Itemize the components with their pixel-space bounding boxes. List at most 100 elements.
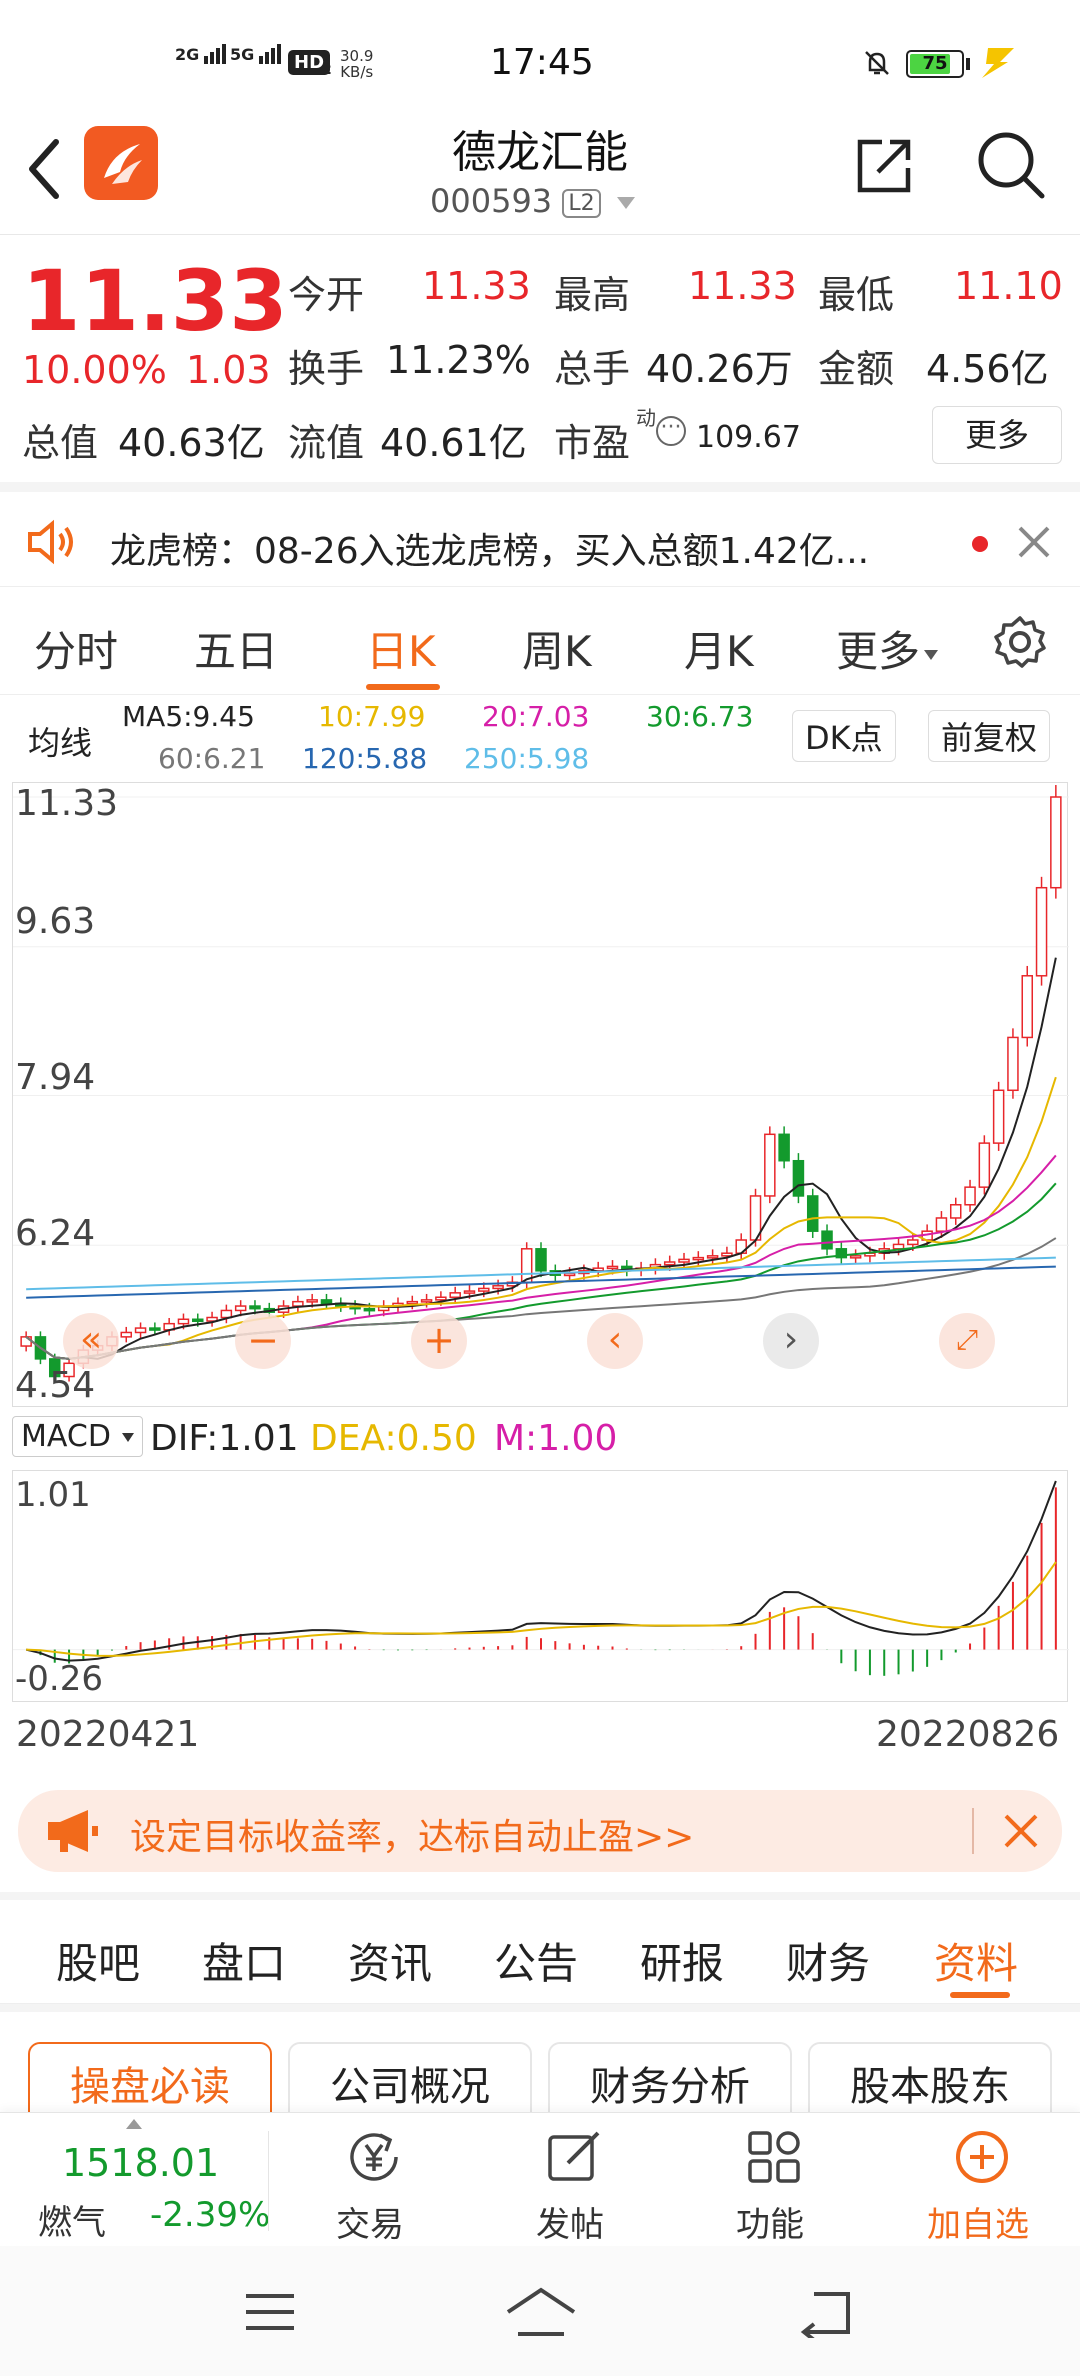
edit-icon: [548, 2131, 600, 2181]
y-tick-label: 9.63: [15, 901, 96, 942]
tab-profile[interactable]: 资料: [934, 1930, 1018, 1991]
candle-body: [134, 1327, 147, 1334]
clock: 17:45: [490, 42, 594, 83]
candle-body: [907, 1239, 919, 1246]
volume-label: 总手: [554, 347, 631, 391]
candle-body: [992, 1089, 1005, 1144]
tab-research[interactable]: 研报: [640, 1930, 724, 1991]
functions-button[interactable]: 功能: [670, 2113, 870, 2247]
dk-point-button[interactable]: DK点: [792, 710, 896, 762]
high-value: 11.33: [688, 264, 797, 308]
sector-index-value: 1518.01: [62, 2141, 220, 2185]
candle-body: [463, 1290, 476, 1294]
end-date: 20220826: [876, 1714, 1060, 1755]
tab-intraday[interactable]: 分时: [34, 618, 118, 679]
share-icon[interactable]: [852, 132, 918, 202]
float-cap-label: 流值: [288, 421, 365, 465]
volume-value: 40.26万: [646, 347, 793, 391]
tab-announcements[interactable]: 公告: [494, 1930, 578, 1991]
tab-daily-k[interactable]: 日K: [366, 618, 436, 679]
home-icon[interactable]: [504, 2286, 578, 2342]
indicator-selector[interactable]: MACD: [12, 1416, 144, 1457]
candle-body: [120, 1331, 133, 1338]
candle-body: [320, 1299, 333, 1305]
scroll-left-fast-icon[interactable]: «: [63, 1313, 119, 1369]
zoom-out-icon[interactable]: −: [235, 1313, 291, 1369]
system-nav-bar: [0, 2246, 1080, 2376]
ma250-value: 250:5.98: [464, 742, 590, 775]
menu-icon[interactable]: [244, 2292, 296, 2336]
net-speed: 30.9 KB/s: [340, 47, 374, 81]
market-cap-value: 40.63亿: [118, 421, 265, 465]
tab-forum[interactable]: 股吧: [56, 1930, 140, 1991]
ma-label[interactable]: 均线: [28, 718, 92, 764]
candle-body: [606, 1265, 619, 1270]
dif-value: DIF:1.01: [150, 1418, 299, 1459]
tab-weekly-k[interactable]: 周K: [522, 618, 592, 679]
candle-body: [435, 1296, 447, 1301]
fullscreen-icon[interactable]: ⤢: [939, 1313, 995, 1369]
pe-sup: 动: [636, 406, 656, 430]
more-button[interactable]: 更多: [932, 406, 1062, 464]
candle-body: [234, 1305, 247, 1312]
kline-svg: [13, 785, 1069, 1382]
amount-value: 4.56亿: [926, 347, 1049, 391]
promo-text: 设定目标收益率，达标自动止盈>>: [130, 1817, 695, 1858]
candle-body: [563, 1272, 576, 1277]
macd-svg: [13, 1480, 1069, 1676]
low-value: 11.10: [954, 264, 1063, 308]
caret-down-icon[interactable]: [616, 197, 635, 209]
ma5-value: MA5:9.45: [122, 700, 255, 733]
candle-body: [663, 1261, 676, 1266]
grid-icon: [748, 2131, 800, 2183]
kline-chart[interactable]: 11.33 9.63 7.94 6.24 4.54 « − + ‹ › ⤢: [12, 782, 1069, 1407]
back-nav-icon[interactable]: [798, 2288, 854, 2342]
take-profit-banner[interactable]: 设定目标收益率，达标自动止盈>>: [18, 1790, 1062, 1872]
candle-body: [935, 1217, 948, 1232]
candle-body: [1007, 1036, 1019, 1092]
candle-body: [20, 1336, 32, 1347]
close-icon[interactable]: [1016, 524, 1052, 564]
sector-name: 燃气: [38, 2203, 106, 2243]
macd-chart[interactable]: 1.01 -0.26: [12, 1470, 1069, 1702]
candle-body: [306, 1299, 318, 1303]
trade-button[interactable]: 交易: [270, 2113, 470, 2247]
sector-index[interactable]: 1518.01 燃气 -2.39%: [0, 2113, 270, 2247]
candle-body: [706, 1255, 719, 1259]
turnover-label: 换手: [288, 347, 365, 391]
zoom-in-icon[interactable]: +: [411, 1313, 467, 1369]
tab-order-book[interactable]: 盘口: [202, 1930, 286, 1991]
candle-body: [492, 1285, 504, 1290]
info-dots-icon[interactable]: ···: [656, 416, 686, 446]
change-amount: 1.03: [186, 348, 271, 392]
gear-icon[interactable]: [992, 614, 1048, 674]
ma10-value: 10:7.99: [318, 700, 426, 733]
forward-adjust-button[interactable]: 前复权: [928, 710, 1051, 762]
macd-header: MACD DIF:1.01 DEA:0.50 M:1.00: [12, 1410, 1068, 1470]
candle-body: [821, 1230, 833, 1250]
search-icon[interactable]: [974, 128, 1046, 204]
tab-five-day[interactable]: 五日: [194, 618, 278, 679]
tab-monthly-k[interactable]: 月K: [684, 618, 754, 679]
open-label: 今开: [288, 273, 365, 317]
tab-more[interactable]: 更多: [836, 618, 939, 679]
stock-code: 000593 L2: [430, 182, 635, 220]
dif-line: [25, 1480, 1057, 1662]
hd-sub: 2: [322, 62, 332, 78]
close-icon[interactable]: [1002, 1812, 1040, 1854]
add-watchlist-button[interactable]: 加自选: [878, 2113, 1078, 2247]
tab-news[interactable]: 资讯: [348, 1930, 432, 1991]
candle-body: [1021, 975, 1034, 1039]
quote-panel: 11.33 10.00% 1.03 今开 11.33 最高 11.33 最低 1…: [0, 236, 1080, 481]
chevron-left-icon[interactable]: ‹: [587, 1313, 643, 1369]
candle-body: [192, 1318, 204, 1323]
tab-financials[interactable]: 财务: [786, 1930, 870, 1991]
dragon-tiger-notice[interactable]: 龙虎榜：08-26入选龙虎榜，买入总额1.42亿...: [0, 482, 1080, 587]
candle-body: [249, 1305, 261, 1310]
y-tick-label: 4.54: [15, 1365, 96, 1406]
post-button[interactable]: 发帖: [470, 2113, 670, 2247]
turnover-value: 11.23%: [386, 338, 531, 382]
chevron-right-icon[interactable]: ›: [763, 1313, 819, 1369]
candle-body: [177, 1318, 190, 1325]
candle-body: [292, 1300, 304, 1307]
